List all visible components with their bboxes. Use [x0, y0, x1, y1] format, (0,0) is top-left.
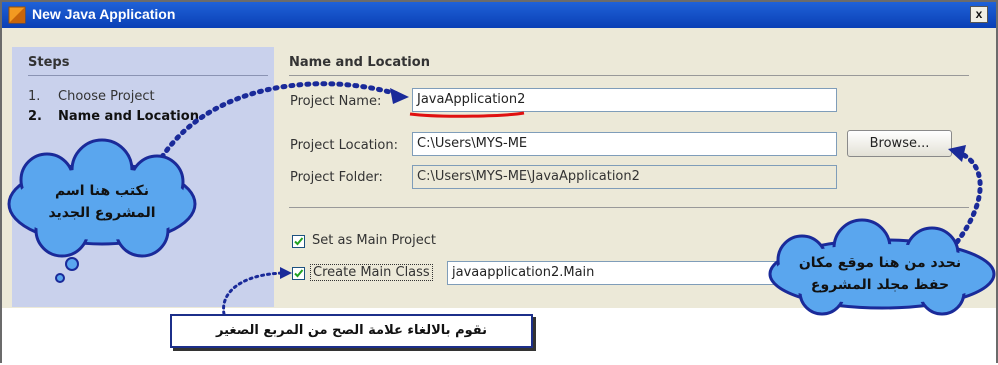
arrow-head-checkbox: [280, 267, 292, 279]
callout-name-line1: نكتب هنا اسم: [55, 183, 149, 199]
callout-location-line1: نحدد من هنا موقع مكان: [798, 255, 962, 271]
arrow-to-checkbox: [222, 271, 286, 316]
note-box: نقوم بالالغاء علامة الصح من المربع الصغي…: [170, 314, 533, 348]
callout-location-line2: حفظ مجلد المشروع: [810, 277, 950, 293]
arrow-head-browse: [948, 145, 966, 162]
arrow-head-name: [390, 88, 409, 104]
callout-location-text: نحدد من هنا موقع مكان حفظ مجلد المشروع: [780, 252, 980, 296]
red-underline: [409, 111, 525, 118]
callout-name-line2: المشروع الجديد: [48, 205, 156, 221]
arrow-to-browse: [954, 151, 983, 245]
arrow-to-name: [159, 81, 400, 160]
callout-name-text: نكتب هنا اسم المشروع الجديد: [22, 180, 182, 224]
new-java-application-dialog: New Java Application x Steps 1. Choose Pr…: [0, 0, 998, 363]
